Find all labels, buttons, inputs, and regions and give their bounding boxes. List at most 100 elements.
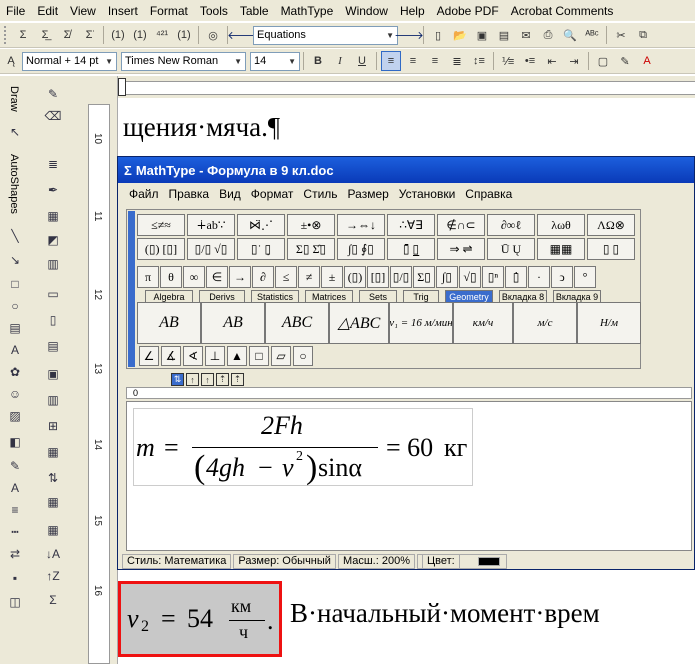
web-equation-icon[interactable]: ◎: [203, 25, 223, 45]
borders-icon[interactable]: ▦: [44, 208, 62, 224]
template-button[interactable]: AB: [201, 302, 265, 344]
wordart-icon[interactable]: A: [6, 342, 24, 358]
equation-style-combo[interactable]: Equations ▼: [253, 25, 398, 45]
menu-acrobat-comments[interactable]: Acrobat Comments: [505, 4, 620, 18]
underline-button[interactable]: U: [352, 51, 372, 71]
palette-row3-button[interactable]: Σ▯: [413, 266, 435, 288]
palette-tab[interactable]: Geometry: [445, 290, 493, 302]
palette-row3-button[interactable]: [▯]: [367, 266, 389, 288]
size-tab-1[interactable]: ⇅: [171, 373, 184, 386]
palette-row1-button[interactable]: ±•⊗: [287, 214, 335, 236]
size-tab-3[interactable]: ↑: [201, 373, 214, 386]
template-button[interactable]: Н/м: [577, 302, 641, 344]
fill-color-icon[interactable]: ◧: [6, 434, 24, 450]
autosum-icon[interactable]: Σ: [44, 592, 62, 608]
template-button[interactable]: AB: [137, 302, 201, 344]
line-icon[interactable]: ╲: [6, 228, 24, 244]
palette-row1-button[interactable]: ∔ab∵: [187, 214, 235, 236]
palette-row1-button[interactable]: ∂∞ℓ: [487, 214, 535, 236]
copy-icon[interactable]: ⧉: [633, 25, 653, 45]
open-folder-icon[interactable]: 📂: [450, 25, 470, 45]
insert-reference-icon[interactable]: (1): [130, 25, 150, 45]
mt-menu-size[interactable]: Размер: [343, 187, 394, 201]
palette-row3-button[interactable]: ±: [321, 266, 343, 288]
align-right-icon[interactable]: ≡: [425, 51, 445, 71]
line-color-icon[interactable]: ✎: [6, 458, 24, 474]
palette-row1-button[interactable]: ∉∩⊂: [437, 214, 485, 236]
text-direction-icon[interactable]: ⇅: [44, 470, 62, 486]
increase-indent-icon[interactable]: ⇥: [564, 51, 584, 71]
palette-row2-button[interactable]: ▯˙ ▯̣: [237, 238, 285, 260]
palette-row3-button[interactable]: ▯/▯: [390, 266, 412, 288]
size-tab-2[interactable]: ↑: [186, 373, 199, 386]
sort-descending-icon[interactable]: ↑Z: [44, 568, 62, 584]
align-center-icon[interactable]: ≡: [403, 51, 423, 71]
line-spacing-icon[interactable]: ↕≡: [469, 51, 489, 71]
size-tab-4[interactable]: ⇡: [216, 373, 229, 386]
mt-menu-help[interactable]: Справка: [460, 187, 517, 201]
table-grid-icon[interactable]: ▦: [44, 494, 62, 510]
template-button[interactable]: км/ч: [453, 302, 513, 344]
shadow-icon[interactable]: ▪: [6, 570, 24, 586]
autofit-icon[interactable]: ⊞: [44, 418, 62, 434]
align-left-icon[interactable]: ≡: [381, 51, 401, 71]
new-document-icon[interactable]: ▯: [428, 25, 448, 45]
menu-file[interactable]: File: [0, 4, 31, 18]
shape-button[interactable]: □: [249, 346, 269, 366]
sort-ascending-icon[interactable]: ↓A: [44, 546, 62, 562]
diagram-icon[interactable]: ✿: [6, 364, 24, 380]
palette-row1-button[interactable]: ΛΩ⊗: [587, 214, 635, 236]
palette-row3-button[interactable]: ▯̇: [505, 266, 527, 288]
template-button[interactable]: ABC: [265, 302, 329, 344]
shape-button[interactable]: ⊥: [205, 346, 225, 366]
palette-row2-button[interactable]: ▯̄ ▯̲: [387, 238, 435, 260]
palette-row3-button[interactable]: ·: [528, 266, 550, 288]
forward-arrow-icon[interactable]: 🡒: [394, 25, 424, 45]
palette-row3-button[interactable]: ▯ⁿ: [482, 266, 504, 288]
decrease-indent-icon[interactable]: ⇤: [542, 51, 562, 71]
italic-button[interactable]: I: [330, 51, 350, 71]
draw-menu[interactable]: Draw: [8, 86, 20, 112]
font-combo[interactable]: Times New Roman ▼: [121, 51, 246, 71]
align-cell-icon[interactable]: ▤: [44, 338, 62, 354]
palette-row2-button[interactable]: Σ▯ Σ̂▯: [287, 238, 335, 260]
shape-button[interactable]: ○: [293, 346, 313, 366]
arrow-icon[interactable]: ↘: [6, 252, 24, 268]
palette-row2-button[interactable]: Ū Ų: [487, 238, 535, 260]
palette-row1-button[interactable]: ∴∀∃: [387, 214, 435, 236]
mathtype-titlebar[interactable]: Σ MathType - Формула в 9 кл.doc: [118, 157, 694, 183]
palette-row2-button[interactable]: ▯/▯ √▯: [187, 238, 235, 260]
palette-row1-button[interactable]: →⇔↓: [337, 214, 385, 236]
justify-icon[interactable]: ≣: [447, 51, 467, 71]
arrow-style-icon[interactable]: ⇄: [6, 546, 24, 562]
palette-tab[interactable]: Вкладка 8: [499, 290, 547, 302]
chapter-break-icon[interactable]: ⁴²¹: [152, 25, 172, 45]
equation-editor[interactable]: m = 2Fh ( 4gh − v 2 ) sinα = 60 кг: [126, 401, 692, 551]
pen-color-icon[interactable]: ✒: [44, 182, 62, 198]
palette-row3-button[interactable]: ≤: [275, 266, 297, 288]
style-combo[interactable]: Normal + 14 pt ▼: [22, 51, 117, 71]
toggle-tex-icon[interactable]: Σ̸: [57, 25, 77, 45]
palette-row3-button[interactable]: ∫▯: [436, 266, 458, 288]
font-size-combo[interactable]: 14 ▼: [250, 51, 300, 71]
menu-mathtype[interactable]: MathType: [275, 4, 340, 18]
numbering-icon[interactable]: ⅟≡: [498, 51, 518, 71]
save-icon[interactable]: ▣: [472, 25, 492, 45]
palette-row2-button[interactable]: (▯) [▯]: [137, 238, 185, 260]
distribute-cols-icon[interactable]: ▥: [44, 392, 62, 408]
palette-row2-button[interactable]: ▯ ▯: [587, 238, 635, 260]
size-tab-5[interactable]: ⇡: [231, 373, 244, 386]
border-icon[interactable]: ▢: [593, 51, 613, 71]
shape-button[interactable]: ▲: [227, 346, 247, 366]
palette-row3-button[interactable]: →: [229, 266, 251, 288]
toolbar-grip[interactable]: [4, 26, 8, 44]
palette-tab[interactable]: Sets: [359, 290, 397, 302]
back-arrow-icon[interactable]: 🡐: [227, 25, 257, 45]
oval-icon[interactable]: ○: [6, 298, 24, 314]
email-icon[interactable]: ✉: [516, 25, 536, 45]
table-style-icon[interactable]: ▦: [44, 444, 62, 460]
merge-cells-icon[interactable]: ▭: [44, 286, 62, 302]
palette-row3-button[interactable]: ∈: [206, 266, 228, 288]
shape-button[interactable]: ∠: [139, 346, 159, 366]
template-button[interactable]: △ABC: [329, 302, 389, 344]
